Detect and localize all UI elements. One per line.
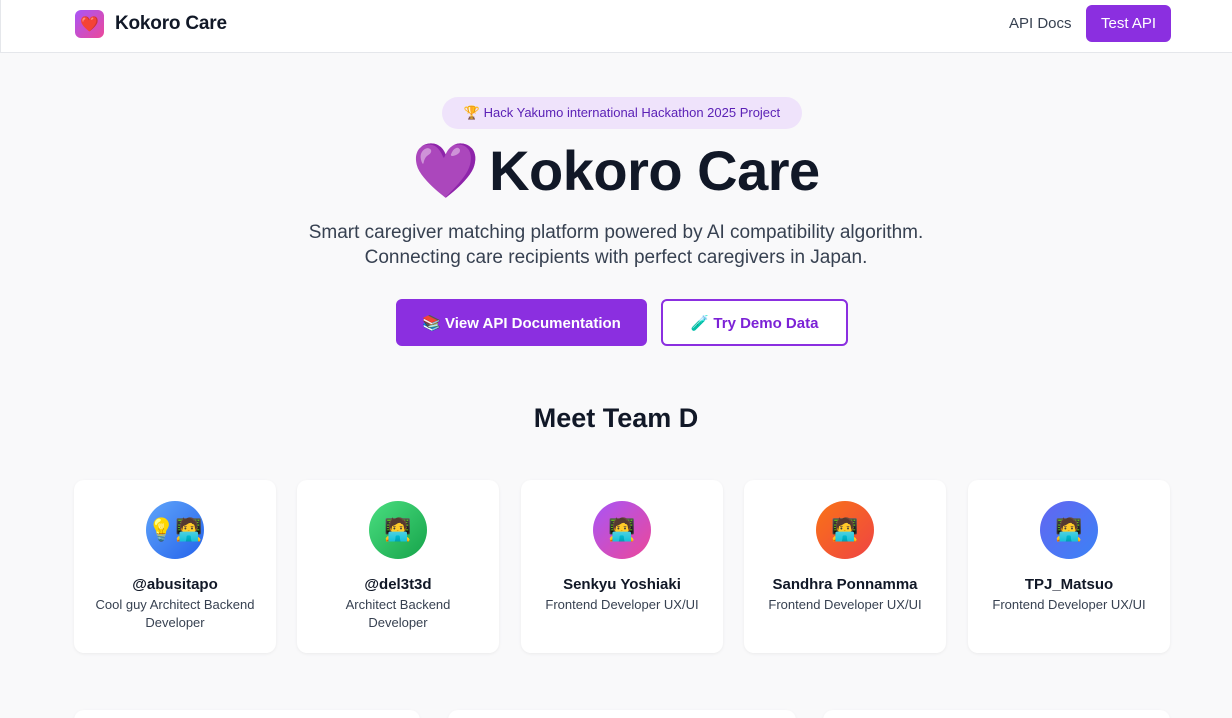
team-member-card: 🧑‍💻 TPJ_Matsuo Frontend Developer UX/UI xyxy=(968,480,1170,653)
view-api-documentation-button[interactable]: 📚 View API Documentation xyxy=(396,299,647,346)
avatar-icon: 💡🧑‍💻 xyxy=(146,501,204,559)
api-docs-link[interactable]: API Docs xyxy=(1009,15,1072,32)
avatar-icon: 🧑‍💻 xyxy=(369,501,427,559)
member-name: @del3t3d xyxy=(364,576,432,593)
team-section-title: Meet Team D xyxy=(533,403,699,433)
avatar-icon: 🧑‍💻 xyxy=(816,501,874,559)
member-name: @abusitapo xyxy=(132,576,218,593)
test-api-button[interactable]: Test API xyxy=(1086,5,1171,42)
member-name: Senkyu Yoshiaki xyxy=(563,576,681,593)
hero-title-text: Kokoro Care xyxy=(489,139,820,202)
member-role: Cool guy Architect Backend Developer xyxy=(95,597,255,630)
member-name: TPJ_Matsuo xyxy=(1024,576,1114,593)
hero-title: 💜 Kokoro Care xyxy=(0,138,1232,203)
hero-subtitle-line-1: Smart caregiver matching platform powere… xyxy=(308,222,924,243)
member-role: Frontend Developer UX/UI xyxy=(768,597,922,612)
avatar-icon: 🧑‍💻 xyxy=(1040,501,1098,559)
feature-card xyxy=(74,710,420,718)
brand[interactable]: ❤️ Kokoro Care xyxy=(75,10,227,38)
top-navbar: ❤️ Kokoro Care API Docs Test API xyxy=(0,0,1232,53)
team-member-card: 🧑‍💻 Senkyu Yoshiaki Frontend Developer U… xyxy=(521,480,723,653)
feature-card xyxy=(823,710,1170,718)
brand-name: Kokoro Care xyxy=(115,13,227,34)
team-member-card: 🧑‍💻 Sandhra Ponnamma Frontend Developer … xyxy=(744,480,946,653)
member-role: Frontend Developer UX/UI xyxy=(992,597,1146,612)
team-member-card: 💡🧑‍💻 @abusitapo Cool guy Architect Backe… xyxy=(74,480,276,653)
hero-subtitle: Smart caregiver matching platform powere… xyxy=(0,220,1232,270)
feature-card xyxy=(448,710,796,718)
team-member-card: 🧑‍💻 @del3t3d Architect Backend Developer xyxy=(297,480,499,653)
member-role: Frontend Developer UX/UI xyxy=(545,597,699,612)
hackathon-badge: 🏆 Hack Yakumo international Hackathon 20… xyxy=(442,97,802,129)
avatar-icon: 🧑‍💻 xyxy=(593,501,651,559)
purple-heart-icon: 💜 xyxy=(412,140,480,201)
heart-logo-icon: ❤️ xyxy=(75,10,104,38)
hero-subtitle-line-2: Connecting care recipients with perfect … xyxy=(364,247,868,268)
try-demo-data-button[interactable]: 🧪 Try Demo Data xyxy=(661,299,848,346)
member-role: Architect Backend Developer xyxy=(345,597,451,630)
member-name: Sandhra Ponnamma xyxy=(772,576,918,593)
